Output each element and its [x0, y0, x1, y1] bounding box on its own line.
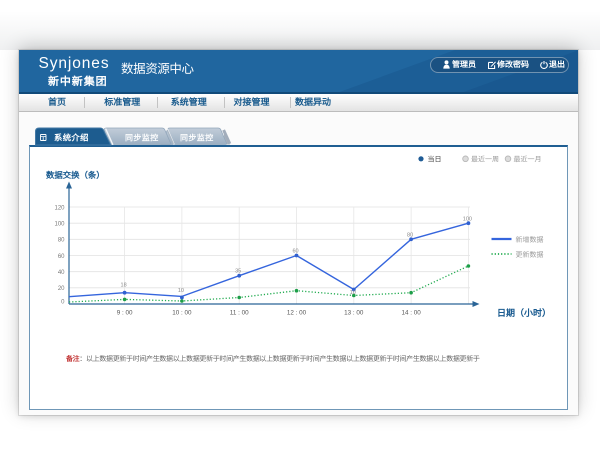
svg-text:14 : 00: 14 : 00: [401, 310, 421, 317]
svg-text:80: 80: [407, 233, 413, 239]
svg-text:日期（小时）: 日期（小时）: [497, 308, 551, 318]
svg-text:20: 20: [58, 286, 65, 292]
svg-text:同步监控: 同步监控: [180, 133, 214, 142]
svg-text:最近一周: 最近一周: [471, 155, 499, 163]
svg-text:80: 80: [58, 238, 65, 244]
svg-text:同步监控: 同步监控: [125, 133, 159, 142]
svg-text:更新数据: 更新数据: [516, 251, 544, 259]
svg-text:当日: 当日: [428, 155, 442, 163]
svg-text:最近一月: 最近一月: [514, 155, 542, 163]
svg-text:100: 100: [463, 217, 472, 223]
svg-text:100: 100: [54, 222, 65, 228]
svg-text:40: 40: [58, 270, 65, 276]
svg-text:10: 10: [350, 290, 356, 296]
svg-text:18: 18: [121, 283, 127, 289]
svg-text:120: 120: [54, 205, 65, 211]
svg-text:35: 35: [235, 269, 241, 275]
svg-text:11 : 00: 11 : 00: [230, 310, 249, 317]
svg-text:60: 60: [58, 254, 65, 260]
svg-text:9 : 00: 9 : 00: [117, 310, 133, 317]
svg-text:10 : 00: 10 : 00: [172, 310, 192, 317]
svg-text:13 : 00: 13 : 00: [344, 310, 364, 317]
svg-text:12 : 00: 12 : 00: [287, 310, 307, 317]
svg-text:10: 10: [178, 288, 184, 294]
svg-text:0: 0: [61, 300, 65, 306]
svg-text:数据交换（条）: 数据交换（条）: [46, 170, 105, 180]
svg-text:系统介绍: 系统介绍: [54, 133, 89, 143]
svg-text:新增数据: 新增数据: [516, 236, 544, 244]
svg-text:60: 60: [292, 249, 298, 255]
